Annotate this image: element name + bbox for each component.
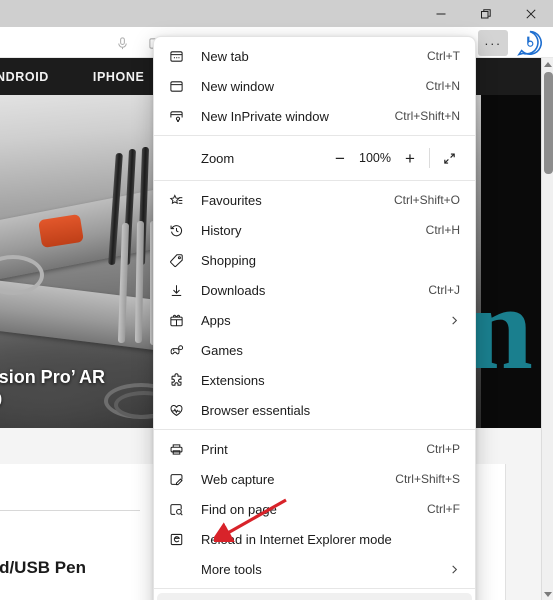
chevron-right-icon <box>449 564 462 575</box>
menu-separator <box>154 429 475 430</box>
menu-separator <box>154 588 475 589</box>
menu-item-label: Favourites <box>201 192 262 208</box>
menu-item-shortcut: Ctrl+T <box>427 49 460 63</box>
menu-item-browser-essentials[interactable]: Browser essentials <box>157 395 472 425</box>
article-card-title[interactable]: ard/USB Pen <box>0 558 86 578</box>
zoom-value: 100% <box>359 151 391 165</box>
menu-item-shopping[interactable]: Shopping <box>157 245 472 275</box>
menu-item-shortcut: Ctrl+N <box>425 79 460 93</box>
menu-item-label: New InPrivate window <box>201 108 329 124</box>
ie-mode-icon <box>169 532 191 547</box>
fullscreen-icon[interactable] <box>434 144 464 172</box>
browser-essentials-icon <box>169 403 191 418</box>
menu-separator <box>154 180 475 181</box>
menu-item-label: History <box>201 222 242 238</box>
settings-and-more-button[interactable]: ··· <box>478 30 508 56</box>
menu-item-more-tools[interactable]: More tools <box>157 554 472 584</box>
menu-item-shortcut: Ctrl+Shift+N <box>394 109 460 123</box>
favourites-icon <box>169 193 191 208</box>
microphone-icon[interactable] <box>112 33 132 53</box>
restore-button[interactable] <box>463 0 508 27</box>
menu-item-label: Games <box>201 342 243 358</box>
print-icon <box>169 442 191 457</box>
menu-item-shortcut: Ctrl+Shift+O <box>393 193 460 207</box>
menu-item-label: Print <box>201 441 228 457</box>
zoom-label: Zoom <box>201 150 235 166</box>
menu-item-favourites[interactable]: Favourites Ctrl+Shift+O <box>157 185 472 215</box>
menu-item-extensions[interactable]: Extensions <box>157 365 472 395</box>
close-button[interactable] <box>508 0 553 27</box>
browser-window: ··· NDROID IPHONE WI <box>0 0 553 600</box>
menu-item-web-capture[interactable]: Web capture Ctrl+Shift+S <box>157 464 472 494</box>
menu-item-history[interactable]: History Ctrl+H <box>157 215 472 245</box>
menu-item-label: Extensions <box>201 372 265 388</box>
menu-item-reload-in-ie-mode[interactable]: Reload in Internet Explorer mode <box>157 524 472 554</box>
menu-item-label: New tab <box>201 48 249 64</box>
inprivate-window-icon <box>169 109 191 124</box>
downloads-icon <box>169 283 191 298</box>
web-capture-icon <box>169 472 191 487</box>
menu-item-find-on-page[interactable]: Find on page Ctrl+F <box>157 494 472 524</box>
shopping-icon <box>169 253 191 268</box>
hero-price: 99 <box>0 389 105 412</box>
menu-item-label: Browser essentials <box>201 402 311 418</box>
nav-item-iphone[interactable]: IPHONE <box>93 70 145 84</box>
find-on-page-icon <box>169 502 191 517</box>
menu-item-shortcut: Ctrl+P <box>426 442 460 456</box>
scroll-down-button[interactable] <box>542 588 553 600</box>
menu-item-new-window[interactable]: New window Ctrl+N <box>157 71 472 101</box>
zoom-in-button[interactable]: + <box>395 144 425 172</box>
minimize-button[interactable] <box>418 0 463 27</box>
menu-item-new-inprivate-window[interactable]: New InPrivate window Ctrl+Shift+N <box>157 101 472 131</box>
menu-item-shortcut: Ctrl+F <box>427 502 460 516</box>
history-icon <box>169 223 191 238</box>
menu-item-label: New window <box>201 78 274 94</box>
menu-item-downloads[interactable]: Downloads Ctrl+J <box>157 275 472 305</box>
menu-item-shortcut: Ctrl+Shift+S <box>395 472 460 486</box>
menu-item-settings[interactable]: Settings <box>157 593 472 600</box>
hero-text-block: Vision Pro’ AR 99 <box>0 366 105 412</box>
zoom-out-button[interactable]: − <box>325 144 355 172</box>
card-divider <box>0 510 140 511</box>
menu-item-label: More tools <box>201 561 262 577</box>
menu-separator <box>154 135 475 136</box>
menu-item-label: Downloads <box>201 282 266 298</box>
menu-item-label: Reload in Internet Explorer mode <box>201 531 392 547</box>
menu-item-label: Apps <box>201 312 231 328</box>
menu-item-label: Web capture <box>201 471 275 487</box>
menu-item-shortcut: Ctrl+J <box>428 283 460 297</box>
menu-zoom-row: Zoom − 100% + <box>157 140 472 176</box>
hero-title: Vision Pro’ AR <box>0 367 106 388</box>
games-icon <box>169 343 191 358</box>
menu-item-apps[interactable]: Apps <box>157 305 472 335</box>
window-title-bar <box>0 0 553 27</box>
menu-item-label: Shopping <box>201 252 256 268</box>
menu-item-label: Find on page <box>201 501 277 517</box>
extensions-icon <box>169 372 191 388</box>
menu-item-print[interactable]: Print Ctrl+P <box>157 434 472 464</box>
copilot-icon[interactable] <box>516 29 544 57</box>
apps-icon <box>169 313 191 328</box>
new-window-icon <box>169 79 191 94</box>
nav-item-android[interactable]: NDROID <box>0 70 49 84</box>
menu-item-shortcut: Ctrl+H <box>425 223 460 237</box>
scroll-up-button[interactable] <box>542 58 553 70</box>
scrollbar-thumb[interactable] <box>544 72 553 174</box>
new-tab-icon <box>169 49 191 64</box>
menu-item-new-tab[interactable]: New tab Ctrl+T <box>157 41 472 71</box>
chevron-right-icon <box>449 315 462 326</box>
page-scrollbar[interactable] <box>541 58 553 600</box>
zoom-divider <box>429 148 430 168</box>
menu-item-games[interactable]: Games <box>157 335 472 365</box>
edge-settings-and-more-menu: New tab Ctrl+T New window Ctrl+N New InP… <box>153 36 476 600</box>
